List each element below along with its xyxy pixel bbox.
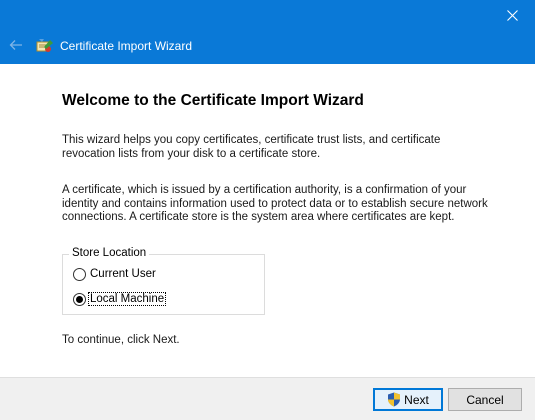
current-user-radio[interactable] bbox=[73, 267, 86, 281]
description-paragraph: A certificate, which is issued by a cert… bbox=[62, 184, 488, 223]
current-user-option[interactable]: Current User bbox=[73, 266, 157, 282]
certificate-import-wizard-window: Certificate Import Wizard Welcome to the… bbox=[0, 0, 535, 420]
local-machine-radio[interactable] bbox=[73, 292, 86, 306]
cancel-button[interactable]: Cancel bbox=[448, 388, 522, 411]
next-button[interactable]: Next bbox=[373, 388, 443, 411]
store-location-group: Store Location Current User Local Machin… bbox=[62, 247, 265, 315]
certificate-icon bbox=[36, 39, 53, 52]
next-button-label: Next bbox=[404, 392, 429, 407]
page-heading: Welcome to the Certificate Import Wizard bbox=[62, 92, 364, 109]
cancel-button-label: Cancel bbox=[466, 392, 504, 407]
wizard-title: Certificate Import Wizard bbox=[36, 36, 192, 56]
local-machine-label[interactable]: Local Machine bbox=[87, 292, 167, 306]
store-location-legend: Store Location bbox=[69, 247, 150, 259]
wizard-content: Welcome to the Certificate Import Wizard… bbox=[0, 64, 535, 377]
close-button[interactable] bbox=[489, 0, 535, 30]
current-user-label[interactable]: Current User bbox=[89, 268, 157, 280]
wizard-title-text: Certificate Import Wizard bbox=[60, 39, 193, 53]
back-button[interactable] bbox=[6, 36, 26, 54]
close-icon bbox=[506, 9, 518, 21]
intro-paragraph: This wizard helps you copy certificates,… bbox=[62, 134, 441, 160]
uac-shield-icon bbox=[388, 392, 401, 407]
continue-instruction: To continue, click Next. bbox=[62, 334, 180, 346]
back-arrow-icon bbox=[9, 40, 22, 50]
title-bar: Certificate Import Wizard bbox=[0, 0, 535, 64]
local-machine-option[interactable]: Local Machine bbox=[73, 291, 167, 307]
wizard-footer: Next Cancel bbox=[0, 377, 535, 420]
